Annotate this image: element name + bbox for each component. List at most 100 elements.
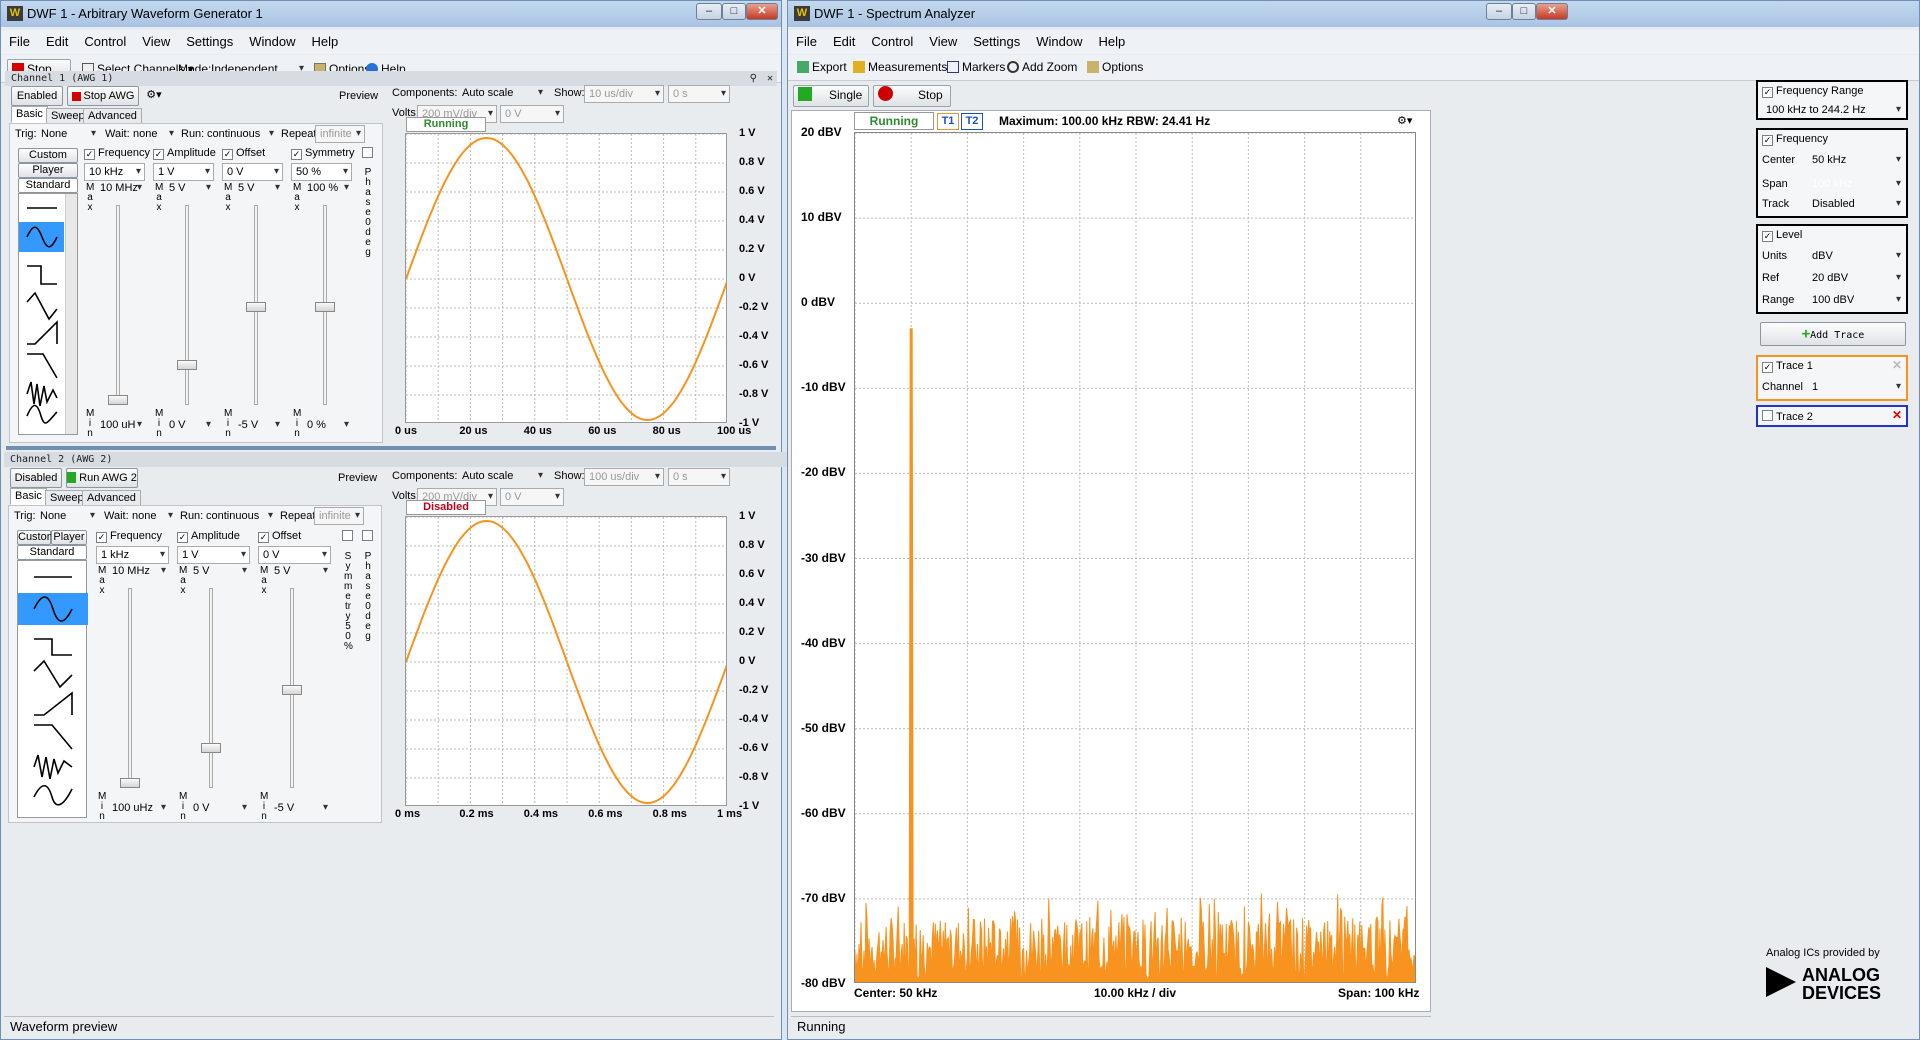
sa-t2-button[interactable]: T2 — [961, 113, 983, 130]
ref-select[interactable]: 20 dBV — [1808, 270, 1904, 288]
menu-file[interactable]: File — [1, 30, 38, 49]
freq-range-checkbox[interactable]: ✓ Frequency Range — [1762, 85, 1863, 98]
checkbox-icon[interactable]: ✓ — [1762, 87, 1773, 98]
ch2-wait-select[interactable]: none — [128, 508, 176, 526]
close-channel-icon[interactable]: ✕ — [767, 71, 773, 86]
ch1-custom-tab[interactable]: Custom — [18, 148, 78, 163]
checkbox-icon[interactable]: ✓ — [291, 149, 302, 160]
ch1-enabled-button[interactable]: Enabled — [11, 86, 63, 106]
menu-settings[interactable]: Settings — [965, 30, 1028, 49]
sa-t1-button[interactable]: T1 — [937, 113, 959, 130]
menu-help[interactable]: Help — [1090, 30, 1133, 49]
ch1-tab-basic[interactable]: Basic — [11, 106, 48, 123]
trace2-checkbox[interactable]: Trace 2 — [1762, 410, 1813, 423]
ch2-tab-basic[interactable]: Basic — [10, 488, 47, 505]
ch1-player-tab[interactable]: Player — [18, 163, 78, 178]
ch1-param-1-min[interactable]: 0 V — [165, 417, 214, 435]
single-button[interactable]: Single — [793, 85, 869, 107]
ch2-phase-checkbox[interactable] — [362, 530, 376, 543]
ch2-param-0-value[interactable]: 1 kHz — [96, 546, 169, 564]
ch2-param-2-max[interactable]: 5 V — [270, 563, 331, 581]
menu-view[interactable]: View — [921, 30, 965, 49]
ch2-param-1-slider-track[interactable] — [209, 588, 213, 788]
menu-settings[interactable]: Settings — [178, 30, 241, 49]
stop-button[interactable]: Stop — [873, 85, 951, 107]
ch1-param-2-value[interactable]: 0 V — [222, 163, 283, 181]
markers-button[interactable]: Markers — [942, 57, 1010, 78]
ch1-param-2-min[interactable]: -5 V — [234, 417, 283, 435]
ch2-show-select[interactable]: 100 us/div — [584, 468, 664, 486]
ch1-param-2-slider-thumb[interactable] — [246, 302, 266, 312]
ch2-run-select[interactable]: continuous — [202, 508, 276, 526]
measurements-button[interactable]: Measurements — [848, 57, 952, 78]
checkbox-icon[interactable] — [1762, 410, 1773, 421]
ch1-standard-tab[interactable]: Standard — [18, 178, 78, 193]
channel-select[interactable]: 1 — [1808, 379, 1904, 397]
menu-edit[interactable]: Edit — [38, 30, 76, 49]
ch2-show-offset[interactable]: 0 s — [668, 468, 730, 486]
ch1-param-1-max[interactable]: 5 V — [165, 180, 214, 198]
checkbox-icon[interactable]: ✓ — [1762, 135, 1773, 146]
awg-titlebar[interactable]: W DWF 1 - Arbitrary Waveform Generator 1… — [1, 1, 781, 27]
ch1-param-3-min[interactable]: 0 % — [303, 417, 352, 435]
ch1-param-3-max[interactable]: 100 % — [303, 180, 352, 198]
ch2-param-1-max[interactable]: 5 V — [189, 563, 250, 581]
ch1-param-0-slider-track[interactable] — [116, 205, 120, 405]
ch1-param-1-slider-thumb[interactable] — [177, 360, 197, 370]
ch1-param-2-header[interactable]: ✓ Offset — [222, 147, 265, 160]
range-select[interactable]: 100 dBV — [1808, 292, 1904, 310]
ch2-param-0-min[interactable]: 100 uHz — [108, 800, 169, 818]
options-button[interactable]: Options — [1082, 57, 1148, 78]
maximize-button[interactable]: □ — [722, 3, 746, 20]
ch1-param-0-value[interactable]: 10 kHz — [84, 163, 145, 181]
ch1-param-0-max[interactable]: 10 MHz — [96, 180, 145, 198]
track-select[interactable]: Disabled — [1808, 196, 1904, 214]
ch1-show-select[interactable]: 10 us/div — [584, 85, 664, 103]
checkbox-icon[interactable]: ✓ — [153, 149, 164, 160]
ch2-param-2-value[interactable]: 0 V — [258, 546, 331, 564]
level-checkbox[interactable]: ✓ Level — [1762, 229, 1802, 242]
ch1-phase-checkbox[interactable] — [362, 147, 376, 160]
ch2-waveform-icons[interactable] — [18, 561, 88, 819]
ch1-param-0-min[interactable]: 100 uH — [96, 417, 145, 435]
ch2-repeat-select[interactable]: infinite — [314, 507, 364, 525]
ch2-param-2-header[interactable]: ✓ Offset — [258, 530, 301, 543]
close-button[interactable]: ✕ — [746, 3, 778, 20]
ch2-param-1-value[interactable]: 1 V — [177, 546, 250, 564]
ch1-volts-offset[interactable]: 0 V — [500, 105, 564, 123]
ch2-volts-offset[interactable]: 0 V — [500, 488, 564, 506]
ch1-repeat-select[interactable]: infinite — [315, 125, 365, 143]
ch1-param-2-max[interactable]: 5 V — [234, 180, 283, 198]
ch1-param-3-value[interactable]: 50 % — [291, 163, 352, 181]
checkbox-icon[interactable] — [362, 147, 373, 158]
ch1-trig-select[interactable]: None — [37, 126, 99, 144]
ch2-player-tab[interactable]: Player — [51, 530, 87, 545]
menu-view[interactable]: View — [134, 30, 178, 49]
export-button[interactable]: Export — [792, 57, 852, 78]
sa-titlebar[interactable]: W DWF 1 - Spectrum Analyzer – □ ✕ — [788, 1, 1919, 27]
add-zoom-button[interactable]: Add Zoom — [1002, 57, 1082, 78]
minimize-button[interactable]: – — [696, 3, 722, 20]
ch2-symmetry-checkbox[interactable] — [342, 530, 356, 543]
menu-control[interactable]: Control — [863, 30, 921, 49]
frequency-checkbox[interactable]: ✓ Frequency — [1762, 133, 1828, 146]
units-select[interactable]: dBV — [1808, 248, 1904, 266]
ch2-param-1-slider-thumb[interactable] — [201, 743, 221, 753]
ch2-param-2-min[interactable]: -5 V — [270, 800, 331, 818]
center-select[interactable]: 50 kHz — [1808, 152, 1904, 170]
ch2-param-0-slider-thumb[interactable] — [120, 778, 140, 788]
sa-plot-options-icon[interactable]: ⚙▾ — [1397, 114, 1412, 127]
trace2-remove-icon[interactable]: ✕ — [1892, 408, 1902, 422]
ch1-param-3-slider-thumb[interactable] — [315, 302, 335, 312]
maximize-button[interactable]: □ — [1512, 3, 1536, 20]
ch1-param-1-slider-track[interactable] — [185, 205, 189, 405]
span-select[interactable]: 100 kHz — [1808, 176, 1904, 194]
ch1-param-1-value[interactable]: 1 V — [153, 163, 214, 181]
menu-file[interactable]: File — [788, 30, 825, 49]
minimize-button[interactable]: – — [1486, 3, 1512, 20]
ch1-config-icon[interactable]: ⚙▾ — [143, 86, 165, 106]
ch1-param-0-slider-thumb[interactable] — [108, 395, 128, 405]
ch2-run-awg-button[interactable]: Run AWG 2 — [66, 468, 138, 488]
ch1-components-select[interactable]: Auto scale — [458, 85, 546, 103]
ch2-standard-tab[interactable]: Standard — [17, 545, 87, 560]
